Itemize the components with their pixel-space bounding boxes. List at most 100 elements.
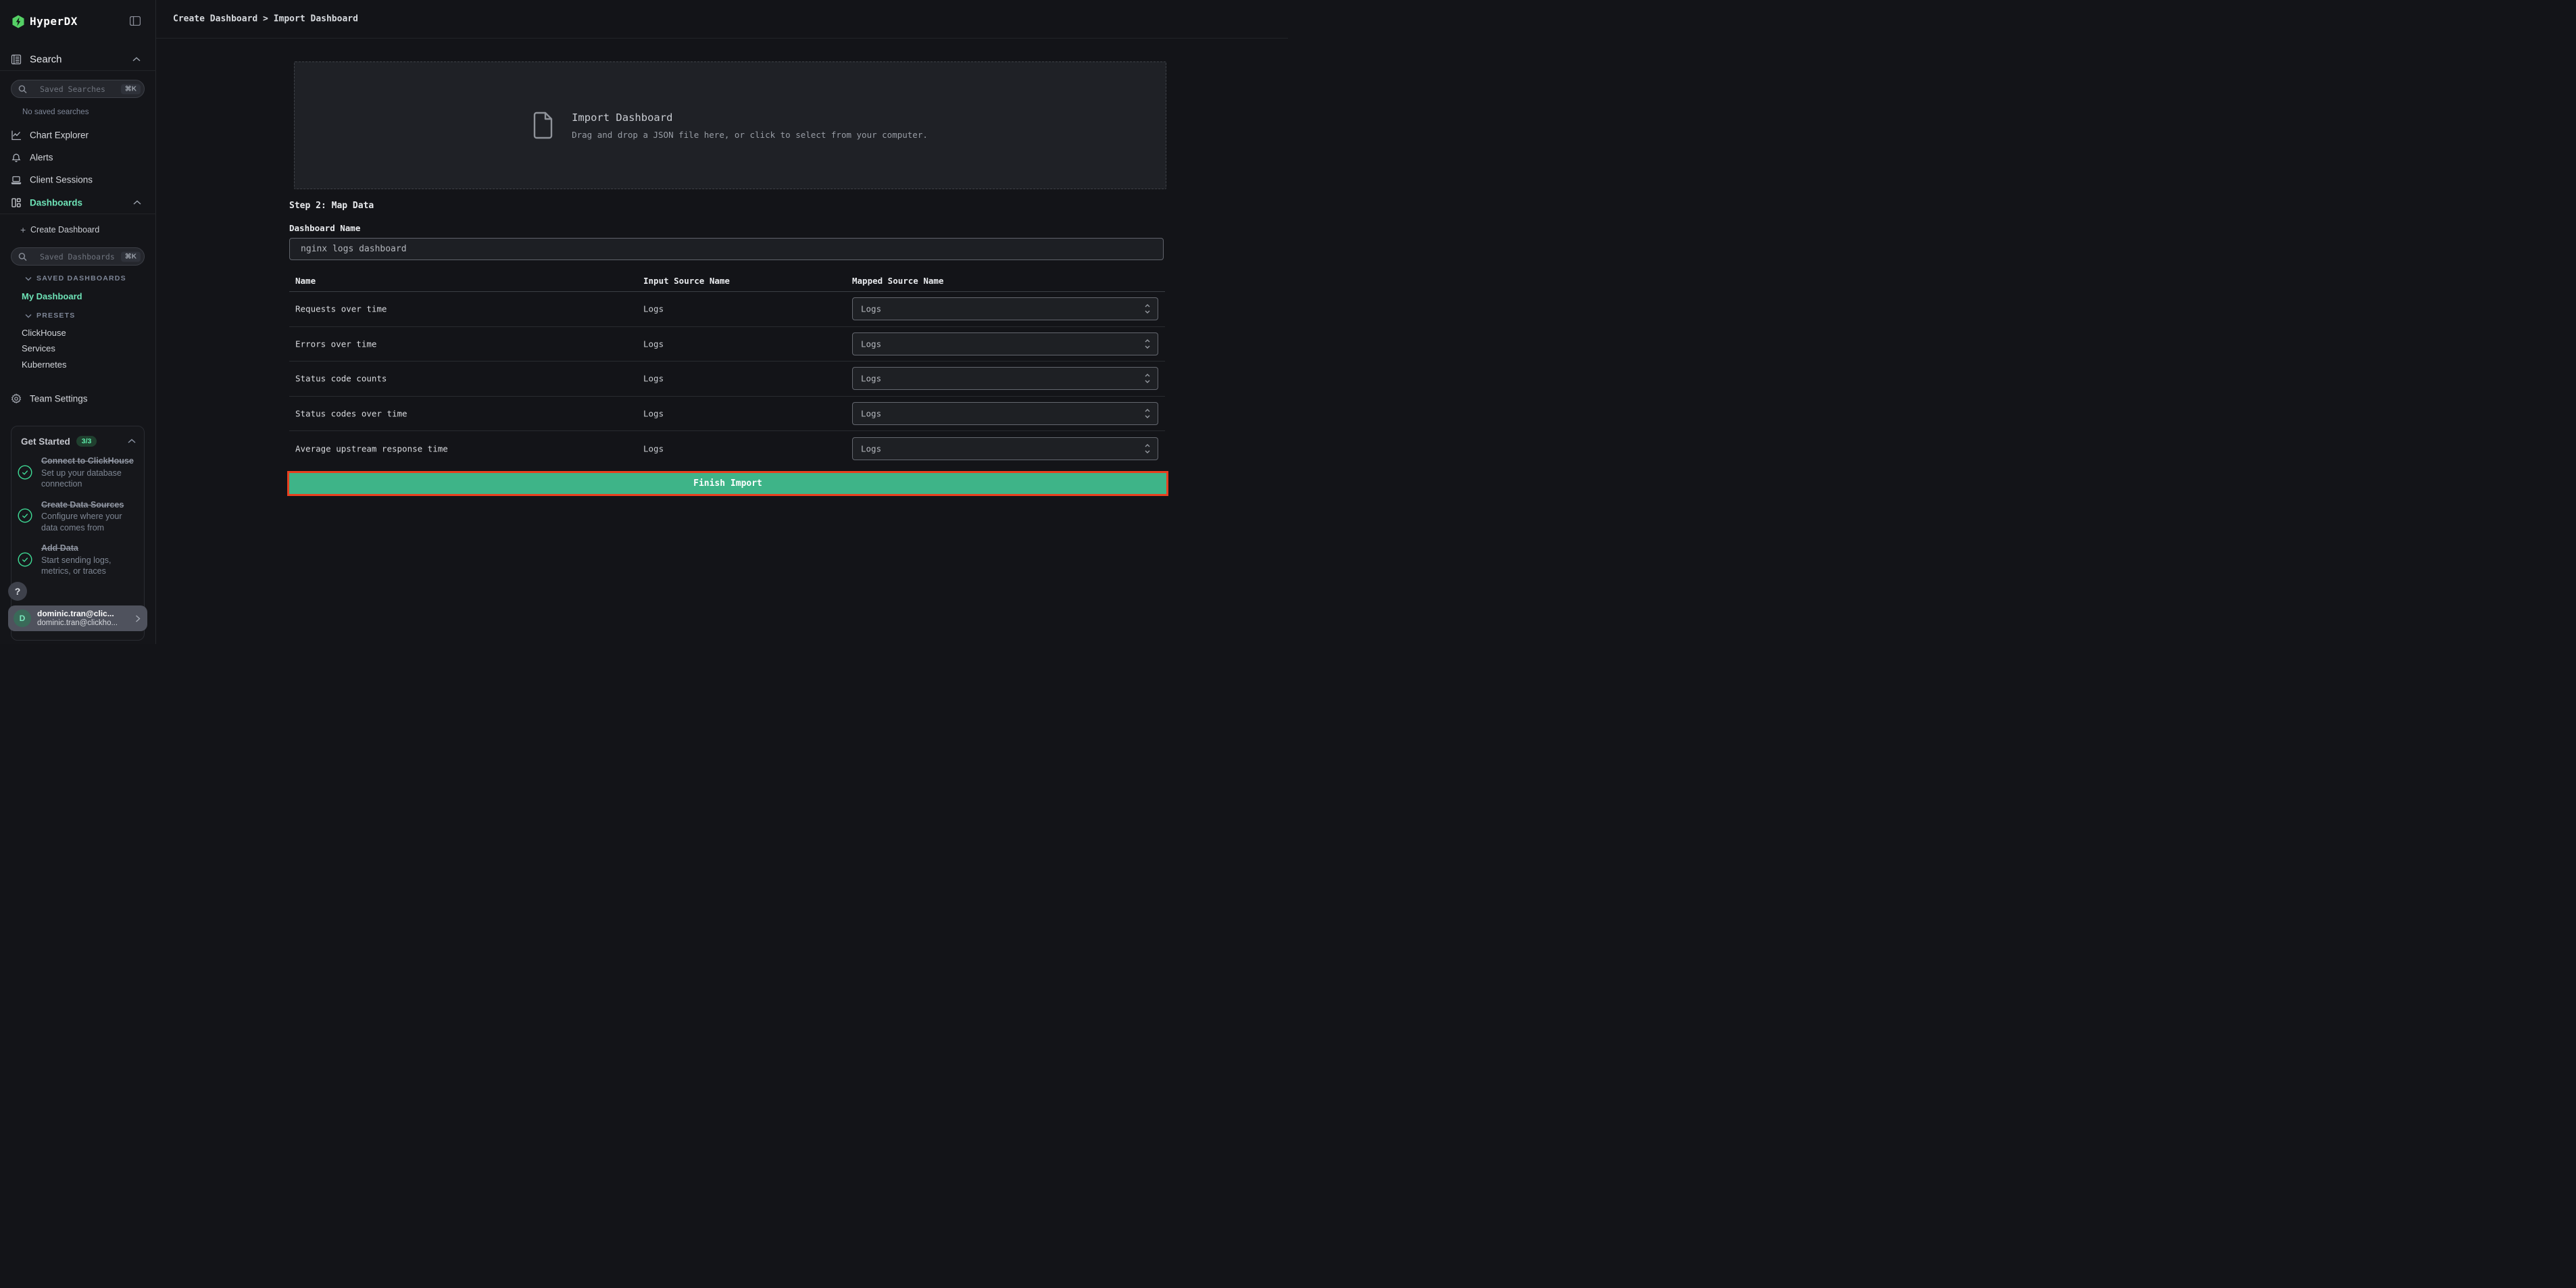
column-header-mapped-source: Mapped Source Name	[852, 276, 943, 286]
select-chevrons-icon	[1144, 408, 1151, 419]
mapped-source-select[interactable]: Logs	[852, 297, 1158, 320]
presets-header: PRESETS	[36, 312, 75, 320]
dashboard-name-input[interactable]	[289, 238, 1164, 260]
check-circle-icon	[18, 508, 32, 523]
get-started-item-title: Connect to ClickHouse	[41, 455, 134, 468]
mapped-source-select[interactable]: Logs	[852, 367, 1158, 390]
mapped-source-value: Logs	[861, 443, 881, 453]
select-chevrons-icon	[1144, 373, 1151, 384]
get-started-item-title: Add Data	[41, 542, 134, 555]
sidebar-collapse-icon[interactable]	[130, 16, 141, 26]
shortcut-badge: ⌘K	[121, 251, 141, 262]
sidebar-item-services[interactable]: Services	[22, 343, 55, 353]
input-source-name: Logs	[643, 304, 664, 314]
presets-tree-header[interactable]: PRESETS	[25, 312, 75, 320]
check-circle-icon	[18, 552, 32, 567]
mapped-source-select[interactable]: Logs	[852, 332, 1158, 355]
plus-icon: +	[20, 224, 26, 235]
user-name: dominic.tran@clic...	[37, 609, 135, 618]
tile-name: Average upstream response time	[295, 443, 448, 453]
topbar: Create Dashboard > Import Dashboard	[156, 0, 1288, 39]
import-dropzone[interactable]: Import Dashboard Drag and drop a JSON fi…	[294, 61, 1166, 189]
select-chevrons-icon	[1144, 339, 1151, 349]
chevron-up-icon	[132, 57, 141, 62]
sidebar-item-chart-explorer[interactable]: Chart Explorer	[0, 125, 156, 145]
search-icon	[18, 84, 27, 93]
table-header-row: Name Input Source Name Mapped Source Nam…	[289, 272, 1165, 292]
saved-dashboards-header: SAVED DASHBOARDS	[36, 274, 126, 282]
avatar: D	[14, 610, 31, 627]
input-source-name: Logs	[643, 374, 664, 384]
saved-dashboards-input[interactable]	[40, 248, 120, 265]
create-dashboard-label: Create Dashboard	[30, 225, 99, 234]
avatar-initial: D	[20, 614, 26, 623]
divider	[0, 70, 156, 71]
get-started-item[interactable]: Add Data Start sending logs, metrics, or…	[18, 542, 141, 577]
sidebar-item-label: Dashboards	[30, 198, 82, 208]
get-started-progress-badge: 3/3	[76, 436, 97, 447]
tile-name: Status codes over time	[295, 408, 407, 418]
chevron-right-icon	[135, 615, 141, 622]
mapped-source-value: Logs	[861, 339, 881, 349]
tile-name: Requests over time	[295, 304, 387, 314]
sidebar-item-client-sessions[interactable]: Client Sessions	[0, 170, 156, 190]
step-label: Step 2: Map Data	[289, 201, 374, 211]
sidebar-item-team-settings[interactable]: Team Settings	[0, 389, 156, 409]
table-row: Average upstream response time Logs Logs	[289, 431, 1165, 466]
search-icon	[18, 252, 27, 261]
sidebar-section-search[interactable]: Search	[0, 48, 155, 71]
table-row: Errors over time Logs Logs	[289, 327, 1165, 362]
mapped-source-select[interactable]: Logs	[852, 402, 1158, 425]
get-started-header[interactable]: Get Started 3/3	[21, 435, 136, 448]
dashboard-name-label: Dashboard Name	[289, 223, 360, 233]
select-chevrons-icon	[1144, 443, 1151, 454]
get-started-item[interactable]: Create Data Sources Configure where your…	[18, 499, 141, 534]
get-started-item-title: Create Data Sources	[41, 499, 134, 512]
mapped-source-select[interactable]: Logs	[852, 437, 1158, 460]
search-section-icon	[11, 54, 22, 65]
get-started-item-desc: Start sending logs, metrics, or traces	[41, 555, 134, 577]
table-row: Status code counts Logs Logs	[289, 362, 1165, 397]
column-header-name: Name	[295, 276, 316, 286]
mapped-source-value: Logs	[861, 374, 881, 384]
input-source-name: Logs	[643, 339, 664, 349]
mapped-source-value: Logs	[861, 304, 881, 314]
saved-dashboards-tree-header[interactable]: SAVED DASHBOARDS	[25, 274, 126, 282]
finish-import-label: Finish Import	[693, 478, 762, 489]
app-title: HyperDX	[30, 15, 78, 28]
create-dashboard-button[interactable]: + Create Dashboard	[0, 220, 156, 240]
breadcrumb[interactable]: Create Dashboard > Import Dashboard	[173, 14, 358, 24]
sidebar-item-dashboards[interactable]: Dashboards	[0, 193, 156, 213]
sidebar: HyperDX Search	[0, 0, 156, 644]
team-settings-label: Team Settings	[30, 394, 88, 404]
no-saved-searches-note: No saved searches	[22, 108, 89, 116]
user-email: dominic.tran@clickho...	[37, 619, 135, 627]
sidebar-item-label: Client Sessions	[30, 175, 93, 185]
help-button[interactable]: ?	[8, 582, 27, 601]
saved-searches-input[interactable]	[40, 80, 120, 97]
dashboards-icon	[11, 197, 22, 208]
saved-dashboards-search[interactable]: ⌘K	[11, 247, 145, 266]
column-header-input-source: Input Source Name	[643, 276, 730, 286]
saved-searches-search[interactable]: ⌘K	[11, 80, 145, 98]
get-started-item[interactable]: Connect to ClickHouse Set up your databa…	[18, 455, 141, 490]
finish-import-button[interactable]: Finish Import	[287, 471, 1168, 496]
logo-row: HyperDX	[0, 0, 155, 39]
map-data-table: Name Input Source Name Mapped Source Nam…	[289, 272, 1165, 466]
file-icon	[532, 112, 553, 139]
hyperdx-logo-icon	[11, 15, 25, 28]
gear-icon	[11, 393, 22, 404]
help-button-label: ?	[15, 586, 21, 597]
sidebar-item-clickhouse[interactable]: ClickHouse	[22, 328, 66, 338]
chevron-up-icon	[133, 200, 141, 205]
chevron-down-icon	[25, 314, 32, 318]
search-section-label: Search	[30, 54, 62, 66]
dropzone-subtitle: Drag and drop a JSON file here, or click…	[572, 130, 928, 140]
sidebar-item-label: Alerts	[30, 153, 53, 163]
user-menu[interactable]: D dominic.tran@clic... dominic.tran@clic…	[8, 605, 147, 631]
sidebar-item-alerts[interactable]: Alerts	[0, 147, 156, 168]
input-source-name: Logs	[643, 408, 664, 418]
sidebar-item-kubernetes[interactable]: Kubernetes	[22, 360, 67, 370]
chart-explorer-icon	[11, 130, 22, 141]
sidebar-item-my-dashboard[interactable]: My Dashboard	[22, 291, 82, 301]
